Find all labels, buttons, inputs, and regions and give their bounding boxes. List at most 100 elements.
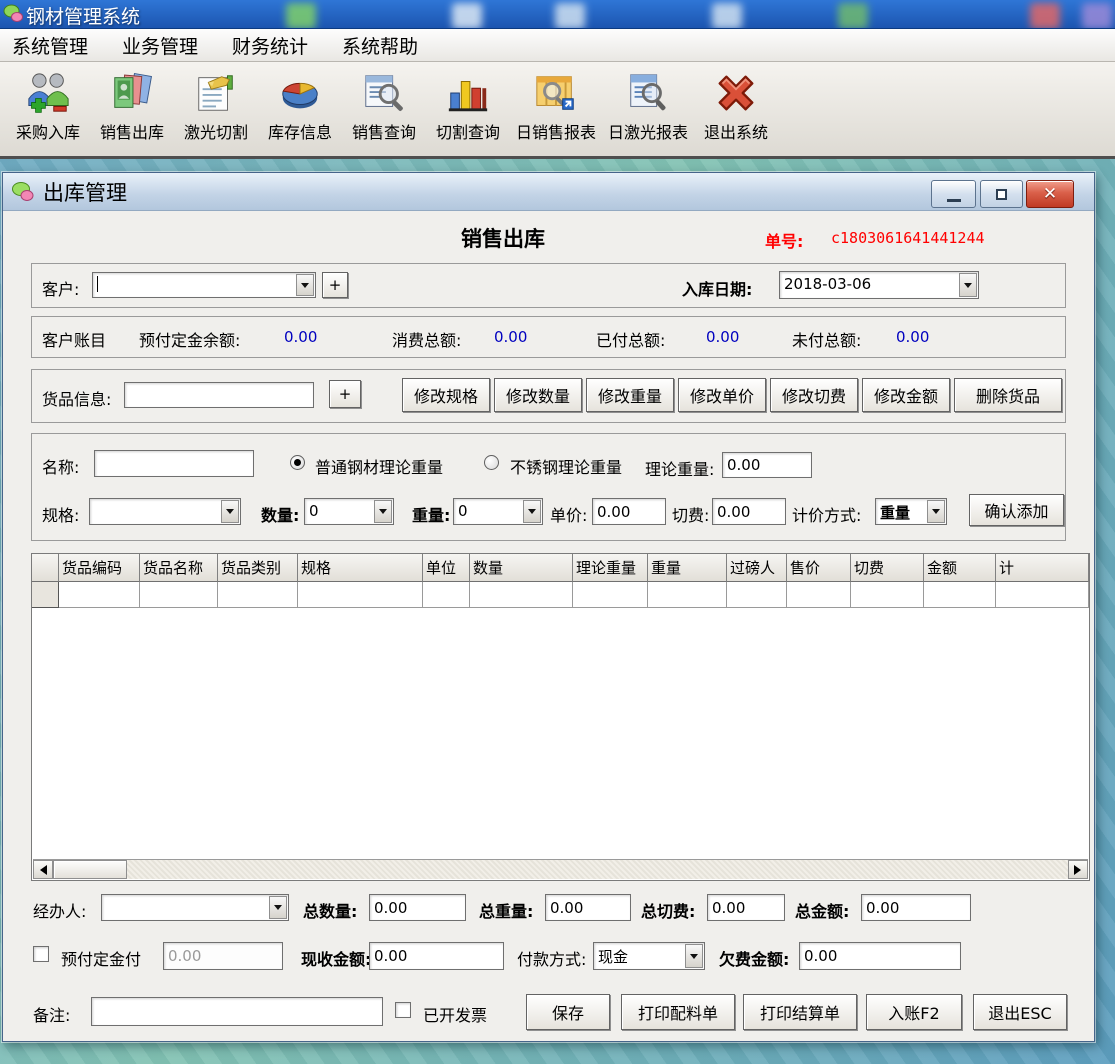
- customer-combobox[interactable]: [92, 272, 316, 298]
- cell[interactable]: [924, 582, 996, 608]
- payment-method-dropdown-button[interactable]: [685, 944, 703, 968]
- cell[interactable]: [140, 582, 218, 608]
- col-header-theory-weight[interactable]: 理论重量: [573, 554, 648, 582]
- save-button[interactable]: 保存: [526, 994, 610, 1030]
- edit-cutfee-button[interactable]: 修改切费: [770, 378, 858, 412]
- total-qty-input[interactable]: [369, 894, 466, 921]
- cell[interactable]: [727, 582, 787, 608]
- total-weight-input[interactable]: [545, 894, 631, 921]
- cell[interactable]: [298, 582, 423, 608]
- toolbar-inventory[interactable]: 库存信息: [258, 68, 342, 145]
- qty-combobox[interactable]: 0: [304, 498, 394, 525]
- menu-finance-stats[interactable]: 财务统计: [228, 30, 312, 61]
- qty-dropdown-button[interactable]: [374, 500, 392, 523]
- cell[interactable]: [648, 582, 727, 608]
- toolbar-laser-cut[interactable]: 激光切割: [174, 68, 258, 145]
- menu-system-manage[interactable]: 系统管理: [8, 30, 92, 61]
- total-amount-input[interactable]: [861, 894, 971, 921]
- radio-normal-steel[interactable]: [290, 455, 305, 470]
- toolbar-purchase-in[interactable]: 采购入库: [6, 68, 90, 145]
- total-cutfee-input[interactable]: [707, 894, 785, 921]
- goods-info-input[interactable]: [124, 382, 314, 408]
- remark-input[interactable]: [91, 997, 383, 1026]
- minimize-button[interactable]: [931, 180, 976, 208]
- col-header-cutfee[interactable]: 切费: [851, 554, 924, 582]
- edit-weight-button[interactable]: 修改重量: [586, 378, 674, 412]
- spec-combobox[interactable]: [89, 498, 241, 525]
- cell[interactable]: [573, 582, 648, 608]
- print-settlement-button[interactable]: 打印结算单: [743, 994, 857, 1030]
- menu-system-help[interactable]: 系统帮助: [338, 30, 422, 61]
- scrollbar-track[interactable]: [127, 860, 1068, 879]
- col-header-weight[interactable]: 重量: [648, 554, 727, 582]
- delete-goods-button[interactable]: 删除货品: [954, 378, 1062, 412]
- scrollbar-thumb[interactable]: [53, 860, 127, 879]
- maximize-button[interactable]: [980, 180, 1023, 208]
- scroll-right-button[interactable]: [1068, 860, 1088, 879]
- toolbar-daily-laser-report[interactable]: 日激光报表: [602, 68, 694, 145]
- col-header-unit[interactable]: 单位: [423, 554, 470, 582]
- price-input[interactable]: [592, 498, 666, 525]
- col-header-qty[interactable]: 数量: [470, 554, 573, 582]
- edit-qty-button[interactable]: 修改数量: [494, 378, 582, 412]
- cell[interactable]: [851, 582, 924, 608]
- radio-stainless-steel[interactable]: [484, 455, 499, 470]
- exit-esc-button[interactable]: 退出ESC: [973, 994, 1067, 1030]
- operator-dropdown-button[interactable]: [269, 896, 287, 919]
- arrears-input[interactable]: [799, 942, 961, 970]
- col-header-goods-category[interactable]: 货品类别: [218, 554, 298, 582]
- table-row[interactable]: [32, 582, 1089, 608]
- weight-combobox[interactable]: 0: [453, 498, 543, 525]
- spec-dropdown-button[interactable]: [221, 500, 239, 523]
- col-header-weigher[interactable]: 过磅人: [727, 554, 787, 582]
- toolbar-sales-out[interactable]: 销售出库: [90, 68, 174, 145]
- cell[interactable]: [787, 582, 851, 608]
- cell[interactable]: [996, 582, 1089, 608]
- confirm-add-button[interactable]: 确认添加: [969, 494, 1064, 526]
- edit-price-button[interactable]: 修改单价: [678, 378, 766, 412]
- invoiced-label[interactable]: 已开发票: [423, 1002, 487, 1026]
- cell[interactable]: [423, 582, 470, 608]
- customer-dropdown-button[interactable]: [296, 274, 314, 296]
- cell[interactable]: [470, 582, 573, 608]
- prepay-label[interactable]: 预付定金付: [61, 946, 141, 970]
- toolbar-cut-query[interactable]: 切割查询: [426, 68, 510, 145]
- name-input[interactable]: [94, 450, 254, 477]
- cell[interactable]: [59, 582, 140, 608]
- inbound-date-picker[interactable]: 2018-03-06: [779, 271, 979, 299]
- print-material-list-button[interactable]: 打印配料单: [621, 994, 735, 1030]
- toolbar-exit-system[interactable]: 退出系统: [694, 68, 778, 145]
- toolbar-sales-query[interactable]: 销售查询: [342, 68, 426, 145]
- col-header-pricing[interactable]: 计: [996, 554, 1089, 582]
- row-selector-cell[interactable]: [32, 582, 59, 608]
- edit-spec-button[interactable]: 修改规格: [402, 378, 490, 412]
- radio-stainless-steel-label[interactable]: 不锈钢理论重量: [510, 454, 622, 478]
- date-dropdown-button[interactable]: [959, 273, 977, 297]
- col-header-goods-name[interactable]: 货品名称: [140, 554, 218, 582]
- col-header-goods-code[interactable]: 货品编码: [59, 554, 140, 582]
- col-header-amount[interactable]: 金额: [924, 554, 996, 582]
- toolbar-daily-sales-report[interactable]: 日销售报表: [510, 68, 602, 145]
- operator-combobox[interactable]: [101, 894, 289, 921]
- cell[interactable]: [218, 582, 298, 608]
- close-button[interactable]: ✕: [1026, 180, 1074, 208]
- customer-add-button[interactable]: +: [322, 272, 348, 298]
- radio-normal-steel-label[interactable]: 普通钢材理论重量: [315, 454, 443, 478]
- col-header-sell-price[interactable]: 售价: [787, 554, 851, 582]
- invoiced-checkbox[interactable]: [395, 1002, 411, 1018]
- cutfee-input[interactable]: [712, 498, 786, 525]
- edit-amount-button[interactable]: 修改金额: [862, 378, 950, 412]
- post-account-f2-button[interactable]: 入账F2: [866, 994, 962, 1030]
- payment-method-combobox[interactable]: 现金: [593, 942, 705, 970]
- col-header-spec[interactable]: 规格: [298, 554, 423, 582]
- received-amount-input[interactable]: [369, 942, 504, 970]
- weight-dropdown-button[interactable]: [523, 500, 541, 523]
- pricing-dropdown-button[interactable]: [927, 500, 945, 523]
- horizontal-scrollbar[interactable]: [33, 859, 1088, 879]
- prepay-checkbox[interactable]: [33, 946, 49, 962]
- theory-weight-input[interactable]: [722, 452, 812, 478]
- scroll-left-button[interactable]: [33, 860, 53, 879]
- goods-add-button[interactable]: +: [329, 380, 361, 408]
- menu-business-manage[interactable]: 业务管理: [118, 30, 202, 61]
- pricing-method-combobox[interactable]: 重量: [875, 498, 947, 525]
